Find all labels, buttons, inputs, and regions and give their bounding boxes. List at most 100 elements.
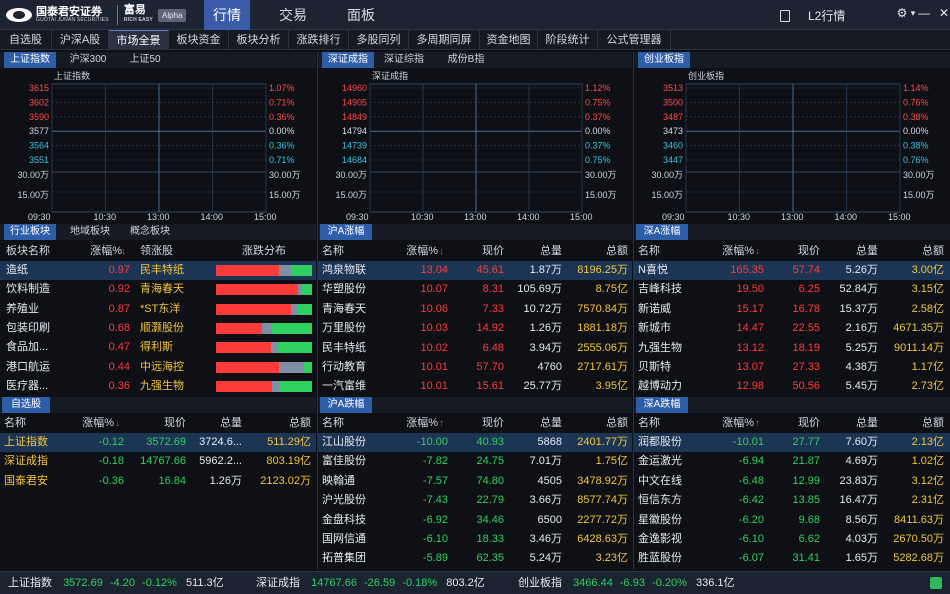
volume-axis-label: 15.00万 (651, 190, 683, 200)
total-volume: 1.26万 (529, 322, 562, 335)
sort-asc-icon[interactable]: ↑ (439, 418, 444, 429)
sort-desc-icon[interactable]: ↓ (755, 246, 760, 257)
total-amount: 3.00亿 (911, 264, 944, 276)
tab-concept-sector[interactable]: 概念板块 (124, 224, 176, 240)
table-row[interactable]: N喜悦 165.35 57.74 5.26万 3.00亿 (634, 261, 950, 280)
time-axis-label: 09:30 (662, 212, 685, 222)
tab-region-sector[interactable]: 地域板块 (64, 224, 116, 240)
table-row[interactable]: 金逸影视 -6.10 6.62 4.03万 2670.50万 (634, 530, 950, 549)
table-row[interactable]: 国泰君安 -0.36 16.84 1.26万 2123.02万 (0, 472, 316, 491)
chart-title: 创业板指 (688, 70, 724, 81)
tab-formula-manager[interactable]: 公式管理器 (598, 30, 671, 50)
table-row[interactable]: 上证指数 -0.12 3572.69 3724.6... 511.29亿 (0, 433, 316, 452)
sort-asc-icon[interactable]: ↑ (755, 418, 760, 429)
nav-quotes[interactable]: 行情 (204, 0, 250, 30)
tab-chinext[interactable]: 创业板指 (638, 52, 690, 68)
tab-sector-fund[interactable]: 板块资金 (169, 30, 229, 50)
table-row[interactable]: 新诺威 15.17 16.78 15.37万 2.58亿 (634, 300, 950, 319)
tab-industry-sector[interactable]: 行业板块 (4, 224, 56, 240)
status-change: -26.59 (364, 577, 396, 589)
table-row[interactable]: 江山股份 -10.00 40.93 5868 2401.77万 (318, 433, 632, 452)
sort-desc-icon[interactable]: ↓ (439, 246, 444, 257)
tab-multi-stock[interactable]: 多股同列 (349, 30, 409, 50)
table-row[interactable]: 食品加... 0.47 得利斯 (0, 338, 316, 357)
status-sh-index[interactable]: 上证指数 3572.69 -4.20 -0.12% 511.3亿 (8, 572, 224, 594)
table-row[interactable]: 沪光股份 -7.43 22.79 3.66万 8577.74万 (318, 491, 632, 510)
table-row[interactable]: 映翰通 -7.57 74.80 4505 3478.92万 (318, 472, 632, 491)
tab-watchlist[interactable]: 自选股 (0, 30, 52, 50)
tab-market-overview[interactable]: 市场全景 (109, 30, 169, 50)
tab-hu-a-gainers[interactable]: 沪A涨幅 (320, 224, 372, 240)
nav-panel[interactable]: 面板 (338, 0, 384, 30)
tab-stage-stats[interactable]: 阶段统计 (538, 30, 598, 50)
table-row[interactable]: 一汽富维 10.01 15.61 25.77万 3.95亿 (318, 377, 632, 396)
total-volume: 5.45万 (845, 380, 878, 393)
tab-watchlist-panel[interactable]: 自选股 (2, 397, 50, 413)
table-row[interactable]: 星徽股份 -6.20 9.68 8.56万 8411.63万 (634, 511, 950, 530)
sort-indicator: ↑ (755, 414, 765, 433)
table-row[interactable]: 富佳股份 -7.82 24.75 7.01万 1.75亿 (318, 452, 632, 471)
tab-hu-a-losers[interactable]: 沪A跌幅 (320, 397, 372, 413)
table-row[interactable]: 鸿泉物联 13.04 45.61 1.87万 8196.25万 (318, 261, 632, 280)
table-row[interactable]: 金运激光 -6.94 21.87 4.69万 1.02亿 (634, 452, 950, 471)
table-row[interactable]: 吉峰科技 19.50 6.25 52.84万 3.15亿 (634, 280, 950, 299)
table-row[interactable]: 饮料制造 0.92 青海春天 (0, 280, 316, 299)
minimize-icon[interactable]: — (917, 6, 931, 20)
table-row[interactable]: 造纸 0.97 民丰特纸 (0, 261, 316, 280)
table-row[interactable]: 港口航运 0.44 中远海控 (0, 358, 316, 377)
status-sz-component[interactable]: 深证成指 14767.66 -26.59 -0.18% 803.2亿 (256, 572, 485, 594)
table-row[interactable]: 润都股份 -10.01 27.77 7.60万 2.13亿 (634, 433, 950, 452)
close-icon[interactable]: ✕ (937, 6, 950, 20)
status-bar: 上证指数 3572.69 -4.20 -0.12% 511.3亿 深证成指 14… (0, 571, 950, 594)
tab-shen-a-gainers[interactable]: 深A涨幅 (636, 224, 688, 240)
table-row[interactable]: 恒信东方 -6.42 13.85 16.47万 2.31亿 (634, 491, 950, 510)
tab-hs300[interactable]: 沪深300 (62, 52, 114, 68)
table-row[interactable]: 青海春天 10.06 7.33 10.72万 7570.84万 (318, 300, 632, 319)
tab-shen-a-losers[interactable]: 深A跌幅 (636, 397, 688, 413)
tab-hushen-a[interactable]: 沪深A股 (52, 30, 109, 50)
table-row[interactable]: 民丰特纸 10.02 6.48 3.94万 2555.06万 (318, 339, 632, 358)
table-row[interactable]: 越博动力 12.98 50.56 5.45万 2.73亿 (634, 377, 950, 396)
table-row[interactable]: 贝斯特 13.07 27.33 4.38万 1.17亿 (634, 358, 950, 377)
tab-sector-analysis[interactable]: 板块分析 (229, 30, 289, 50)
total-volume: 4.03万 (845, 533, 878, 545)
total-amount: 1.75亿 (595, 455, 628, 468)
connection-status-icon[interactable] (930, 577, 942, 589)
tab-multi-period[interactable]: 多周期同屏 (409, 30, 480, 50)
tab-sz-component[interactable]: 深证成指 (322, 52, 374, 68)
table-row[interactable]: 万里股份 10.03 14.92 1.26万 1881.18万 (318, 319, 632, 338)
sort-desc-icon[interactable]: ↓ (115, 418, 120, 429)
nav-trade[interactable]: 交易 (270, 0, 316, 30)
tab-sz50[interactable]: 上证50 (120, 52, 170, 68)
table-row[interactable]: 中文在线 -6.48 12.99 23.83万 3.12亿 (634, 472, 950, 491)
table-row[interactable]: 行动教育 10.01 57.70 4760 2717.61万 (318, 358, 632, 377)
hu-a-gainers-table: 名称 涨幅% 现价 总量 总额 ↓ 鸿泉物联 13.04 45.61 1.87万 8196.25万华… (318, 242, 632, 396)
table-row[interactable]: 金盘科技 -6.92 34.46 6500 2277.72万 (318, 511, 632, 530)
table-row[interactable]: 拓普集团 -5.89 62.35 5.24万 3.23亿 (318, 549, 632, 568)
table-row[interactable]: 九强生物 13.12 18.19 5.25万 9011.14万 (634, 339, 950, 358)
tab-ranking[interactable]: 涨跌排行 (289, 30, 349, 50)
table-row[interactable]: 医疗器... 0.36 九强生物 (0, 377, 316, 396)
table-row[interactable]: 新城市 14.47 22.55 2.16万 4671.35万 (634, 319, 950, 338)
table-row[interactable]: 养殖业 0.87 *ST东洋 (0, 300, 316, 319)
tab-sh-index[interactable]: 上证指数 (4, 52, 56, 68)
tab-sz-composite[interactable]: 深证综指 (378, 52, 430, 68)
guotai-logo-icon (6, 8, 32, 22)
table-row[interactable]: 胜蓝股份 -6.07 31.41 1.65万 5282.68万 (634, 549, 950, 568)
price-axis-label: 3500 (663, 97, 683, 107)
last-price: 18.33 (476, 533, 504, 545)
volume-axis-label: 15.00万 (269, 190, 301, 200)
table-row[interactable]: 包装印刷 0.68 顺灏股份 (0, 319, 316, 338)
table-row[interactable]: 国网信通 -6.10 18.33 3.46万 6428.63万 (318, 530, 632, 549)
column-header: 领涨股 (140, 245, 173, 257)
l2-quotes-button[interactable]: L2行情 (780, 7, 845, 24)
sort-desc-icon[interactable]: ↓ (121, 246, 126, 257)
percent-axis-label: 0.00% (903, 126, 929, 136)
watchlist-table: 名称 涨幅% 现价 总量 总额 ↓ 上证指数 -0.12 3572.69 3724.6... 511… (0, 414, 316, 570)
table-row[interactable]: 华塑股份 10.07 8.31 105.69万 8.75亿 (318, 280, 632, 299)
last-price: 6.62 (798, 533, 820, 545)
table-row[interactable]: 深证成指 -0.18 14767.66 5962.2... 803.19亿 (0, 452, 316, 471)
status-chinext[interactable]: 创业板指 3466.44 -6.93 -0.20% 336.1亿 (518, 572, 734, 594)
tab-component-b[interactable]: 成份B指 (440, 52, 492, 68)
tab-fund-map[interactable]: 资金地图 (480, 30, 538, 50)
